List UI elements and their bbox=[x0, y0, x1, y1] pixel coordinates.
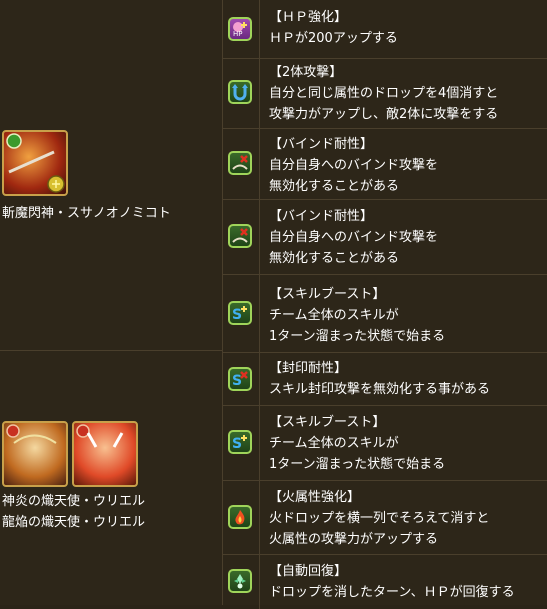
fire-row-icon[interactable] bbox=[228, 505, 252, 529]
skill-title: 【バインド耐性】 bbox=[269, 209, 374, 224]
awakening-row: S 【スキルブースト】 チーム全体のスキルが 1ターン溜まった状態で始まる bbox=[223, 275, 547, 353]
two-way-attack-icon[interactable] bbox=[228, 80, 252, 104]
awakening-skill-table: 斬魔閃神・スサノオノミコト 神炎の熾天使・ウリエル 龍焔の熾天使・ウリエル HP… bbox=[0, 0, 547, 609]
susanoo-portrait[interactable] bbox=[2, 130, 68, 196]
skill-desc: 自分と同じ属性のドロップを4個消すと bbox=[269, 86, 499, 101]
skill-title: 【封印耐性】 bbox=[269, 361, 348, 376]
awakening-row: HP 【ＨＰ強化】 ＨＰが200アップする bbox=[223, 0, 547, 59]
skill-bind-resist-icon[interactable]: S bbox=[228, 367, 252, 391]
character-group-susanoo: 斬魔閃神・スサノオノミコト bbox=[0, 0, 222, 351]
skill-desc: ＨＰが200アップする bbox=[269, 31, 398, 46]
skill-boost-icon[interactable]: S bbox=[228, 301, 252, 325]
skill-desc: 火ドロップを横一列でそろえて消すと bbox=[269, 511, 490, 526]
bind-resist-icon[interactable] bbox=[228, 224, 252, 248]
svg-text:S: S bbox=[232, 436, 242, 451]
bind-resist-icon[interactable] bbox=[228, 151, 252, 175]
skill-desc: 攻撃力がアップし、敵2体に攻撃をする bbox=[269, 107, 499, 122]
character-name: 斬魔閃神・スサノオノミコト bbox=[2, 206, 171, 221]
skill-desc: 無効化することがある bbox=[269, 251, 400, 266]
skill-title: 【2体攻撃】 bbox=[269, 65, 343, 80]
skill-desc: 火属性の攻撃力がアップする bbox=[269, 532, 439, 547]
skill-desc: 自分自身へのバインド攻撃を bbox=[269, 158, 439, 173]
skill-desc: チーム全体のスキルが bbox=[269, 308, 399, 323]
skill-desc: 1ターン溜まった状態で始まる bbox=[269, 329, 446, 344]
svg-text:S: S bbox=[232, 307, 242, 322]
skill-desc: 1ターン溜まった状態で始まる bbox=[269, 457, 446, 472]
skill-desc: チーム全体のスキルが bbox=[269, 436, 399, 451]
hp-up-icon[interactable]: HP bbox=[228, 17, 252, 41]
awakening-row: 【2体攻撃】 自分と同じ属性のドロップを4個消すと 攻撃力がアップし、敵2体に攻… bbox=[223, 59, 547, 129]
skill-title: 【火属性強化】 bbox=[269, 490, 361, 505]
awakening-row: 【火属性強化】 火ドロップを横一列でそろえて消すと 火属性の攻撃力がアップする bbox=[223, 481, 547, 555]
skill-desc: スキル封印攻撃を無効化する事がある bbox=[269, 382, 491, 397]
skill-title: 【スキルブースト】 bbox=[269, 415, 386, 430]
character-group-uriel: 神炎の熾天使・ウリエル 龍焔の熾天使・ウリエル bbox=[0, 351, 222, 605]
uriel-portrait-2[interactable] bbox=[72, 421, 138, 487]
skill-title: 【スキルブースト】 bbox=[269, 287, 386, 302]
uriel-portrait-1[interactable] bbox=[2, 421, 68, 487]
character-column: 斬魔閃神・スサノオノミコト 神炎の熾天使・ウリエル 龍焔の熾天使・ウリエル bbox=[0, 0, 223, 605]
auto-recover-icon[interactable] bbox=[228, 569, 252, 593]
awakening-row: 【自動回復】 ドロップを消したターン、ＨＰが回復する bbox=[223, 555, 547, 609]
character-name: 神炎の熾天使・ウリエル bbox=[2, 494, 146, 509]
skill-desc: 無効化することがある bbox=[269, 179, 400, 194]
skill-desc: 自分自身へのバインド攻撃を bbox=[269, 230, 439, 245]
character-name: 龍焔の熾天使・ウリエル bbox=[2, 515, 146, 530]
skill-title: 【バインド耐性】 bbox=[269, 137, 374, 152]
svg-text:S: S bbox=[232, 373, 242, 388]
skill-title: 【自動回復】 bbox=[269, 564, 348, 579]
skill-desc: ドロップを消したターン、ＨＰが回復する bbox=[269, 585, 515, 600]
skill-boost-icon[interactable]: S bbox=[228, 430, 252, 454]
awakening-rows: HP 【ＨＰ強化】 ＨＰが200アップする 【2体攻撃】 自分と同じ属性のドロッ… bbox=[223, 0, 547, 609]
awakening-row: 【バインド耐性】 自分自身へのバインド攻撃を 無効化することがある bbox=[223, 129, 547, 200]
svg-text:HP: HP bbox=[233, 30, 243, 38]
awakening-row: 【バインド耐性】 自分自身へのバインド攻撃を 無効化することがある bbox=[223, 200, 547, 275]
awakening-row: S 【封印耐性】 スキル封印攻撃を無効化する事がある bbox=[223, 353, 547, 406]
awakening-row: S 【スキルブースト】 チーム全体のスキルが 1ターン溜まった状態で始まる bbox=[223, 406, 547, 481]
skill-title: 【ＨＰ強化】 bbox=[269, 10, 348, 25]
